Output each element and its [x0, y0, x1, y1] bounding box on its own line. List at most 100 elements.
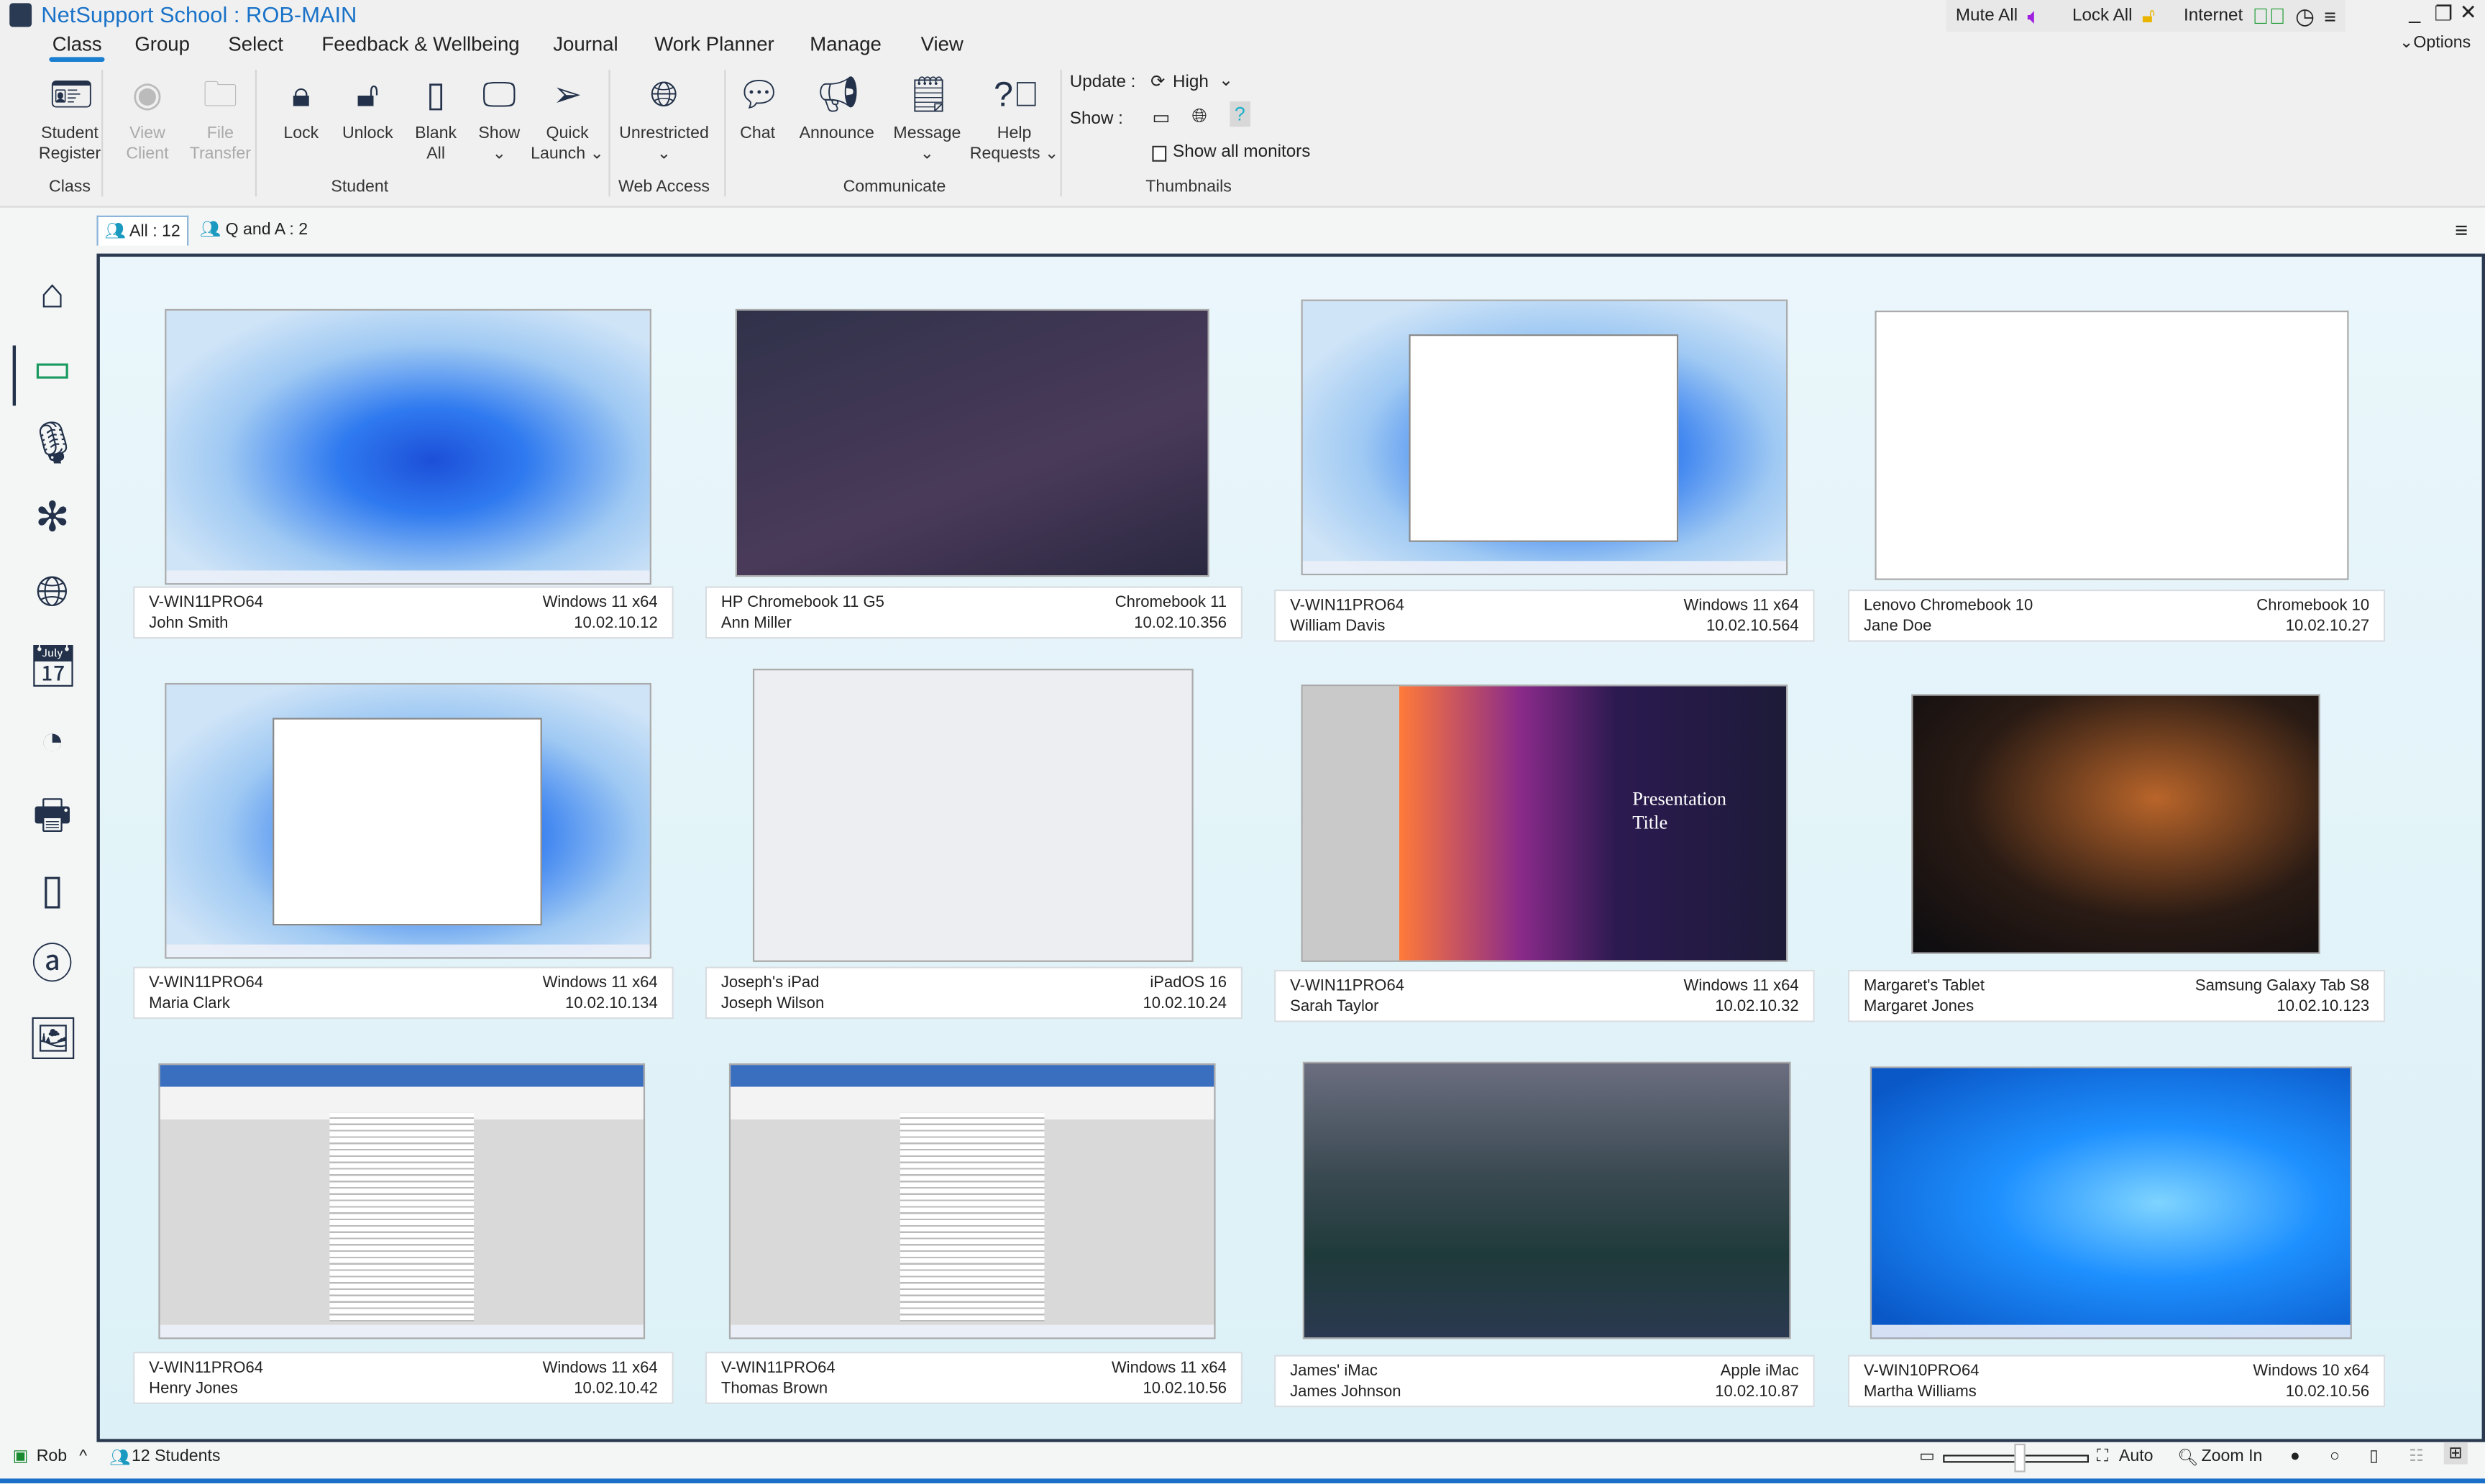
presentation-title: Presentation Title: [1632, 787, 1726, 834]
document-page: [900, 1112, 1045, 1322]
menu-class[interactable]: Class: [49, 33, 106, 62]
printer-icon[interactable]: 🖶: [27, 789, 78, 841]
at-sign-icon[interactable]: ⓐ: [27, 938, 78, 989]
menu-select[interactable]: Select: [228, 33, 283, 55]
image-icon[interactable]: 🖼︎: [27, 1012, 79, 1063]
check-circle-icon[interactable]: ✓⃝: [2253, 3, 2286, 28]
unlock-icon: 🔓︎: [356, 74, 380, 114]
student-label[interactable]: James' iMac Apple iMac James Johnson 10.02.…: [1274, 1355, 1815, 1408]
options-button[interactable]: ⌄Options: [2399, 33, 2471, 52]
student-screen[interactable]: [1911, 694, 2320, 954]
ribbon-button-message[interactable]: 🗒 Message ⌄: [879, 73, 974, 165]
student-label[interactable]: Joseph's iPad iPadOS 16 Joseph Wilson 10.02…: [705, 966, 1243, 1020]
student-register-icon: 🪪︎: [49, 74, 93, 114]
student-screen[interactable]: [158, 1063, 646, 1339]
auto-button[interactable]: Auto: [2119, 1447, 2154, 1465]
minimize-button[interactable]: _: [2409, 0, 2420, 24]
user-icon[interactable]: ●: [2290, 1447, 2300, 1465]
menu-manage[interactable]: Manage: [810, 33, 882, 55]
student-screen[interactable]: [1870, 1066, 2352, 1339]
close-button[interactable]: ✕: [2460, 0, 2477, 25]
small-thumbnails-icon[interactable]: ▭: [1919, 1447, 1935, 1465]
student-label[interactable]: V-WIN11PRO64 Windows 11 x64 Maria Clark 10.…: [133, 966, 674, 1020]
pie-chart-icon[interactable]: ◔: [27, 715, 78, 766]
student-label[interactable]: Lenovo Chromebook 10 Chromebook 10 Jane Do…: [1847, 589, 2386, 642]
chevron-up-icon[interactable]: ^: [79, 1447, 87, 1465]
menu-work-planner[interactable]: Work Planner: [654, 33, 774, 55]
student-screen[interactable]: [1301, 299, 1788, 576]
student-label[interactable]: V-WIN11PRO64 Windows 11 x64 Thomas Brown 10…: [705, 1352, 1243, 1404]
student-ip: 10.02.10.42: [574, 1380, 658, 1398]
monitor-view-icon[interactable]: ▯: [2369, 1447, 2379, 1465]
student-label[interactable]: Margaret's Tablet Samsung Galaxy Tab S8 Ma…: [1847, 969, 2386, 1022]
menu-group[interactable]: Group: [134, 33, 190, 55]
update-rate-dropdown[interactable]: High: [1173, 73, 1209, 91]
student-screen[interactable]: [165, 682, 651, 959]
padlock-icon[interactable]: 🔓︎: [2142, 3, 2156, 28]
student-label[interactable]: HP Chromebook 11 G5 Chromebook 11 Ann Mill…: [705, 586, 1243, 639]
show-web-icon[interactable]: 🌐︎: [1191, 104, 1207, 128]
student-screen[interactable]: [1875, 311, 2349, 580]
calendar-icon[interactable]: 📅︎: [27, 640, 79, 691]
student-machine: V-WIN11PRO64: [149, 1360, 264, 1378]
menu-view[interactable]: View: [921, 33, 964, 55]
quick-controls: Mute All 🔈︎ Lock All 🔓︎ Internet ✓⃝ ◷ ≡: [1946, 0, 2346, 32]
ribbon-button-help[interactable]: ?⃝ Help Requests ⌄: [967, 73, 1062, 165]
globe-icon[interactable]: 🌐︎: [27, 566, 78, 617]
student-screen[interactable]: [752, 669, 1194, 962]
student-screen[interactable]: [165, 308, 651, 585]
user-name[interactable]: Rob: [37, 1447, 67, 1465]
student-screen[interactable]: [735, 308, 1209, 577]
announce-icon: 📢︎: [816, 74, 861, 114]
student-label[interactable]: V-WIN10PRO64 Windows 10 x64 Martha William…: [1847, 1355, 2386, 1408]
monitor-icon[interactable]: ▭: [12, 342, 78, 406]
student-screen[interactable]: [728, 1063, 1216, 1339]
user-outline-icon[interactable]: ○: [2330, 1447, 2340, 1465]
student-os: Windows 11 x64: [1111, 1360, 1227, 1378]
mute-all-button[interactable]: Mute All: [1956, 6, 2018, 25]
show-window-icon[interactable]: ▭: [1152, 106, 1170, 129]
student-screen[interactable]: [1302, 1061, 1791, 1339]
home-icon[interactable]: ⌂: [27, 267, 78, 319]
show-label: Show :: [1069, 109, 1123, 129]
title-bar: NetSupport School : ROB-MAIN Mute All 🔈︎…: [0, 0, 2485, 32]
taskbar: [166, 944, 650, 958]
wellbeing-icon[interactable]: ✻: [27, 491, 78, 542]
ribbon-label-2: Requests ⌄: [969, 144, 1059, 164]
blank-screen-icon: ▯: [426, 74, 446, 114]
hamburger-menu-icon[interactable]: ≡: [2324, 4, 2336, 28]
ribbon-button-announce[interactable]: 📢︎ Announce: [790, 73, 884, 144]
tab-q-and-a[interactable]: 👥︎ Q and A : 2: [193, 216, 314, 244]
ribbon-button-unrestricted[interactable]: 🌐︎ Unrestricted ⌄: [616, 73, 711, 165]
student-machine: Joseph's iPad: [720, 974, 820, 992]
chevron-down-icon[interactable]: ⌄: [1219, 70, 1233, 90]
auto-fit-icon[interactable]: ⛶: [2097, 1447, 2108, 1467]
maximize-button[interactable]: ❐: [2434, 1, 2453, 27]
show-help-icon[interactable]: ?: [1230, 101, 1250, 127]
microphone-icon[interactable]: 🎙︎: [27, 417, 79, 468]
device-icon[interactable]: ▯: [27, 864, 78, 915]
list-view-icon[interactable]: ☷: [2409, 1447, 2424, 1465]
menu-journal[interactable]: Journal: [553, 33, 618, 55]
student-label[interactable]: V-WIN11PRO64 Windows 11 x64 Sarah Taylor 10…: [1274, 969, 1815, 1022]
student-ip: 10.02.10.24: [1143, 995, 1227, 1013]
internet-button[interactable]: Internet: [2184, 6, 2243, 25]
grid-view-icon[interactable]: ⊞: [2443, 1442, 2468, 1465]
ribbon-label-2: Launch ⌄: [531, 144, 604, 164]
tab-all[interactable]: 👥︎ All : 12: [96, 215, 188, 246]
student-screen[interactable]: Presentation Title: [1301, 684, 1788, 962]
ribbon-button-quick[interactable]: ➢ Quick Launch ⌄: [520, 73, 615, 165]
zoom-in-button[interactable]: Zoom In: [2201, 1447, 2262, 1465]
people-icon: 👥︎: [104, 221, 126, 242]
student-label[interactable]: V-WIN11PRO64 Windows 11 x64 John Smith 10.0…: [133, 586, 674, 639]
speaker-icon[interactable]: 🔈︎: [2027, 2, 2041, 29]
clock-icon[interactable]: ◷: [2295, 2, 2315, 29]
show-all-monitors-checkbox[interactable]: [1152, 145, 1167, 162]
hamburger-menu-icon[interactable]: ≡: [2455, 217, 2468, 242]
zoom-slider-handle[interactable]: [2014, 1443, 2026, 1472]
lock-all-button[interactable]: Lock All: [2072, 6, 2133, 25]
student-label[interactable]: V-WIN11PRO64 Windows 11 x64 Henry Jones 10.…: [133, 1352, 674, 1404]
menu-feedback-wellbeing[interactable]: Feedback & Wellbeing: [321, 33, 519, 55]
zoom-in-icon[interactable]: 🔍︎: [2177, 1447, 2198, 1467]
student-label[interactable]: V-WIN11PRO64 Windows 11 x64 William Davis 1…: [1274, 589, 1815, 642]
